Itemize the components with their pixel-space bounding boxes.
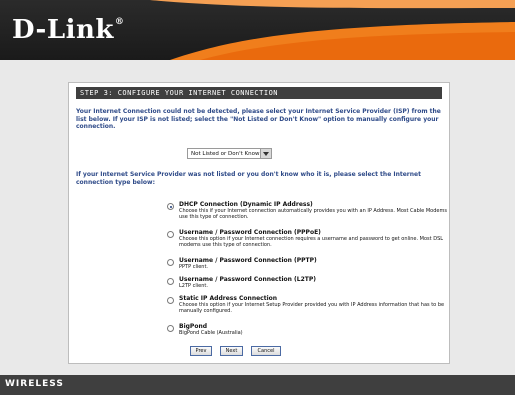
option-title: Username / Password Connection (L2TP) xyxy=(179,276,316,283)
option-title: Static IP Address Connection xyxy=(179,295,278,302)
footer-bar: WIRELESS xyxy=(0,375,515,395)
setup-panel: STEP 3: CONFIGURE YOUR INTERNET CONNECTI… xyxy=(68,82,450,364)
logo-text: D-Link xyxy=(12,15,114,45)
option-description: Choose this option if your Internet conn… xyxy=(179,236,444,249)
dlink-logo: D-Link® xyxy=(12,15,124,45)
option-title: BigPond xyxy=(179,323,208,330)
option-description: PPTP client. xyxy=(179,264,209,270)
radio-static-ip[interactable] xyxy=(167,297,174,304)
registered-mark: ® xyxy=(114,17,125,27)
chevron-down-icon[interactable] xyxy=(260,149,271,158)
option-description: Choose this option if your Internet Setu… xyxy=(179,302,445,315)
radio-bigpond[interactable] xyxy=(167,325,174,332)
step-title: STEP 3: CONFIGURE YOUR INTERNET CONNECTI… xyxy=(76,87,442,99)
connection-type-question: If your Internet Service Provider was no… xyxy=(76,171,421,186)
radio-dhcp[interactable] xyxy=(167,203,174,210)
radio-pptp[interactable] xyxy=(167,259,174,266)
option-title: Username / Password Connection (PPTP) xyxy=(179,257,317,264)
option-description: L2TP client. xyxy=(179,283,208,289)
radio-pppoe[interactable] xyxy=(167,231,174,238)
prev-button[interactable]: Prev xyxy=(190,346,212,356)
intro-text: Your Internet Connection could not be de… xyxy=(76,108,441,130)
header-bar: D-Link® xyxy=(0,0,515,60)
wireless-label: WIRELESS xyxy=(5,379,64,389)
next-button[interactable]: Next xyxy=(220,346,243,356)
option-description: BigPond Cable (Australia) xyxy=(179,330,243,336)
isp-select[interactable]: Not Listed or Don't Know xyxy=(187,148,272,159)
option-title: DHCP Connection (Dynamic IP Address) xyxy=(179,201,313,208)
radio-l2tp[interactable] xyxy=(167,278,174,285)
option-description: Choose this if your Internet connection … xyxy=(179,208,447,221)
isp-select-value: Not Listed or Don't Know xyxy=(191,151,260,157)
option-title: Username / Password Connection (PPPoE) xyxy=(179,229,321,236)
cancel-button[interactable]: Cancel xyxy=(251,346,281,356)
